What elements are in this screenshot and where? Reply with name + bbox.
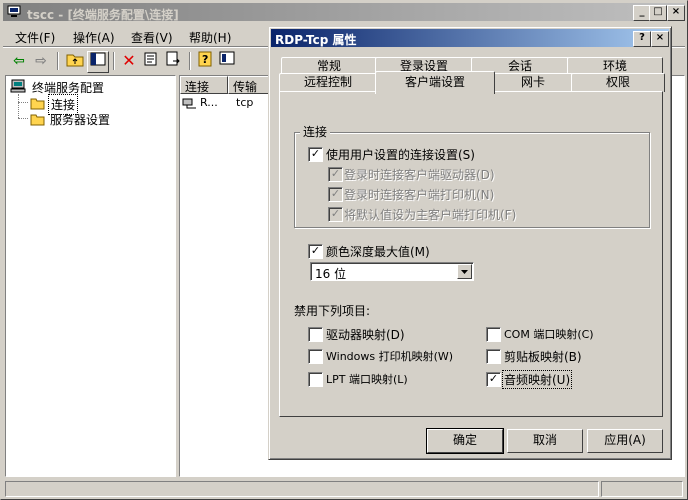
color-depth-label: 颜色深度最大值(M)	[326, 245, 430, 259]
tab-client-settings[interactable]: 客户端设置	[375, 71, 495, 94]
app-icon	[7, 5, 21, 18]
color-depth-select[interactable]: 16 位	[310, 262, 474, 281]
menu-view[interactable]: 查看(V)	[131, 29, 173, 46]
tree-item-server-settings-label: 服务器设置	[50, 113, 111, 127]
status-pane-1	[5, 481, 599, 497]
tree-branch	[18, 102, 28, 103]
svg-text:?: ?	[202, 53, 208, 66]
close-button[interactable]: ×	[667, 5, 685, 21]
delete-icon[interactable]: ✕	[119, 51, 139, 71]
clipboard-mapping-checkbox[interactable]	[486, 349, 501, 364]
dialog-titlebar[interactable]: RDP-Tcp 属性 ? ×	[271, 29, 669, 47]
back-arrow-icon[interactable]: ⇦	[9, 51, 29, 71]
menu-help[interactable]: 帮助(H)	[189, 29, 231, 46]
dialog-help-button[interactable]: ?	[633, 31, 651, 47]
clipboard-mapping-label: 剪贴板映射(B)	[504, 350, 582, 364]
use-user-settings-label: 使用用户设置的连接设置(S)	[326, 148, 475, 162]
color-depth-checkbox[interactable]: ✓	[308, 244, 323, 259]
connect-drives-checkbox: ✓	[328, 167, 343, 182]
com-port-mapping-checkbox[interactable]	[486, 327, 501, 342]
disable-items-label: 禁用下列项目:	[294, 304, 371, 318]
list-row-transport: tcp	[236, 96, 254, 109]
tree-pane: 终端服务配置 连接 服务器设置	[5, 75, 176, 477]
connect-printers-label: 登录时连接客户端打印机(N)	[344, 188, 495, 202]
default-printer-checkbox: ✓	[328, 207, 343, 222]
default-printer-label: 将默认值设为主客户端打印机(F)	[344, 208, 517, 222]
apply-button[interactable]: 应用(A)	[587, 429, 663, 453]
com-port-mapping-label: COM 端口映射(C)	[504, 328, 594, 341]
drive-mapping-checkbox[interactable]	[308, 327, 323, 342]
toolbar-separator	[57, 52, 59, 70]
use-user-settings-checkbox[interactable]: ✓	[308, 147, 323, 162]
console-icon[interactable]	[217, 51, 237, 71]
connect-printers-checkbox: ✓	[328, 187, 343, 202]
color-depth-value: 16 位	[315, 267, 347, 281]
status-pane-2	[601, 481, 683, 497]
list-row-name: R...	[200, 96, 218, 109]
tree-branch-2	[18, 118, 28, 119]
up-folder-icon[interactable]	[65, 51, 85, 71]
tab-network-adapter[interactable]: 网卡	[493, 73, 573, 92]
connect-drives-label: 登录时连接客户端驱动器(D)	[344, 168, 495, 182]
ok-button[interactable]: 确定	[426, 428, 504, 454]
column-header-connection[interactable]: 连接	[180, 76, 228, 94]
tab-remote-control[interactable]: 远程控制	[279, 73, 377, 92]
tab-panel: 连接 ✓ 使用用户设置的连接设置(S) ✓ 登录时连接客户端驱动器(D) ✓ 登…	[279, 91, 663, 417]
network-connection-icon	[182, 97, 198, 114]
dialog-close-button[interactable]: ×	[651, 31, 669, 47]
toolbar-separator-2	[113, 52, 115, 70]
folder-icon	[30, 112, 46, 129]
show-tree-icon[interactable]	[87, 51, 109, 73]
menu-file[interactable]: 文件(F)	[15, 29, 55, 46]
audio-mapping-label: 音频映射(U)	[502, 370, 573, 389]
lpt-port-mapping-label: LPT 端口映射(L)	[326, 373, 408, 386]
menu-action[interactable]: 操作(A)	[73, 29, 115, 46]
status-bar	[3, 479, 685, 499]
forward-arrow-icon[interactable]: ⇨	[31, 51, 51, 71]
list-row[interactable]: R... tcp	[182, 96, 276, 112]
toolbar-separator-3	[189, 52, 191, 70]
drive-mapping-label: 驱动器映射(D)	[326, 328, 405, 342]
maximize-button[interactable]: □	[649, 5, 667, 21]
tree-item-server-settings[interactable]: 服务器设置	[18, 110, 158, 128]
dialog-title: RDP-Tcp 属性	[275, 33, 357, 47]
properties-dialog: RDP-Tcp 属性 ? × 常规 登录设置 会话 环境 远程控制 客户端设置 …	[268, 26, 672, 460]
windows-printer-mapping-checkbox[interactable]	[308, 349, 323, 364]
chevron-down-icon[interactable]	[457, 264, 472, 279]
main-window-title: tscc - [终端服务配置\连接]	[27, 8, 179, 22]
lpt-port-mapping-checkbox[interactable]	[308, 372, 323, 387]
windows-printer-mapping-label: Windows 打印机映射(W)	[326, 350, 454, 363]
cancel-button[interactable]: 取消	[507, 429, 583, 453]
help-icon[interactable]: ?	[195, 51, 215, 71]
main-titlebar[interactable]: tscc - [终端服务配置\连接] _ □ ×	[3, 3, 685, 22]
tab-permissions[interactable]: 权限	[571, 73, 665, 92]
export-list-icon[interactable]	[163, 51, 183, 71]
audio-mapping-checkbox[interactable]: ✓	[486, 372, 501, 387]
properties-icon[interactable]	[141, 51, 161, 71]
connection-group-label: 连接	[300, 123, 331, 140]
tree-root[interactable]: 终端服务配置	[10, 78, 170, 95]
